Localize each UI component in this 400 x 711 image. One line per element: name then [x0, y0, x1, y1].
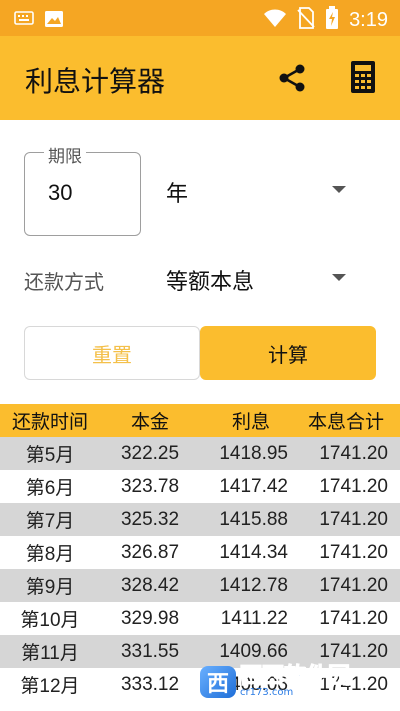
- cell-principal: 333.12: [120, 673, 180, 695]
- cell-time: 第12月: [20, 676, 80, 697]
- cell-interest: 1414.34: [219, 541, 288, 563]
- repayment-method-value: 等额本息: [166, 270, 255, 295]
- image-icon: [44, 10, 64, 32]
- watermark-mark: 西: [200, 666, 236, 698]
- cell-interest: 1415.88: [219, 508, 288, 530]
- share-button[interactable]: [276, 62, 308, 94]
- period-value[interactable]: 30: [48, 180, 72, 206]
- repayment-method-select[interactable]: 等额本息: [160, 258, 360, 298]
- table-row: 第5月 322.25 1418.95 1741.20: [0, 437, 400, 470]
- wifi-icon: [263, 8, 287, 32]
- cell-principal: 328.42: [120, 574, 180, 596]
- status-bar: 3:19: [0, 0, 400, 36]
- cell-time: 第10月: [20, 610, 80, 631]
- cell-total: 1741.20: [319, 574, 388, 596]
- cell-principal: 331.55: [120, 640, 180, 662]
- cell-interest: 1412.78: [219, 574, 288, 596]
- cell-total: 1741.20: [319, 508, 388, 530]
- table-row: 第8月 326.87 1414.34 1741.20: [0, 536, 400, 569]
- cell-time: 第5月: [25, 445, 75, 466]
- column-header-principal: 本金: [130, 412, 169, 433]
- period-unit-value: 年: [166, 182, 189, 207]
- column-header-interest: 利息: [231, 412, 270, 433]
- cell-time: 第8月: [25, 544, 75, 565]
- cell-total: 1741.20: [319, 541, 388, 563]
- cell-total: 1741.20: [319, 442, 388, 464]
- app-title: 利息计算器: [25, 65, 166, 98]
- calculate-button[interactable]: 计算: [200, 326, 376, 380]
- battery-charging-icon: [325, 6, 339, 34]
- cell-total: 1741.20: [319, 475, 388, 497]
- table-header: 还款时间 本金 利息 本息合计: [0, 404, 400, 437]
- reset-button[interactable]: 重置: [24, 326, 200, 380]
- cell-time: 第7月: [25, 511, 75, 532]
- watermark-subtext: cr173.com: [240, 687, 294, 698]
- cell-time: 第11月: [21, 643, 79, 664]
- cell-interest: 1409.66: [219, 640, 288, 662]
- cell-interest: 1418.95: [219, 442, 288, 464]
- share-icon: [276, 64, 308, 98]
- column-header-time: 还款时间: [11, 412, 88, 433]
- cell-interest: 1417.42: [219, 475, 288, 497]
- chevron-down-icon: [332, 186, 346, 193]
- watermark-logo: 西 西西软件园 cr173.com: [200, 662, 385, 702]
- repayment-table: 还款时间 本金 利息 本息合计 第5月 322.25 1418.95 1741.…: [0, 404, 400, 701]
- table-row: 第10月 329.98 1411.22 1741.20: [0, 602, 400, 635]
- cell-total: 1741.20: [319, 607, 388, 629]
- period-unit-select[interactable]: 年: [160, 170, 360, 210]
- cell-principal: 323.78: [120, 475, 180, 497]
- cell-principal: 322.25: [120, 442, 180, 464]
- cell-time: 第9月: [25, 577, 75, 598]
- keyboard-icon: [14, 10, 34, 32]
- calculator-button[interactable]: [348, 60, 380, 96]
- cell-time: 第6月: [25, 478, 75, 499]
- cell-interest: 1411.22: [220, 607, 288, 629]
- app-bar: 利息计算器: [0, 36, 400, 120]
- period-label: 期限: [44, 142, 86, 167]
- no-sim-icon: [297, 7, 315, 33]
- chevron-down-icon: [332, 274, 346, 281]
- cell-principal: 326.87: [120, 541, 180, 563]
- table-row: 第9月 328.42 1412.78 1741.20: [0, 569, 400, 602]
- watermark-text: 西西软件园: [239, 664, 351, 689]
- cell-total: 1741.20: [319, 640, 388, 662]
- cell-principal: 329.98: [120, 607, 180, 629]
- cell-principal: 325.32: [120, 508, 180, 530]
- calculator-icon: [348, 61, 378, 98]
- table-row: 第6月 323.78 1417.42 1741.20: [0, 470, 400, 503]
- status-time: 3:19: [349, 8, 388, 31]
- repayment-method-label: 还款方式: [24, 270, 104, 294]
- column-header-total: 本息合计: [307, 412, 384, 433]
- table-row: 第7月 325.32 1415.88 1741.20: [0, 503, 400, 536]
